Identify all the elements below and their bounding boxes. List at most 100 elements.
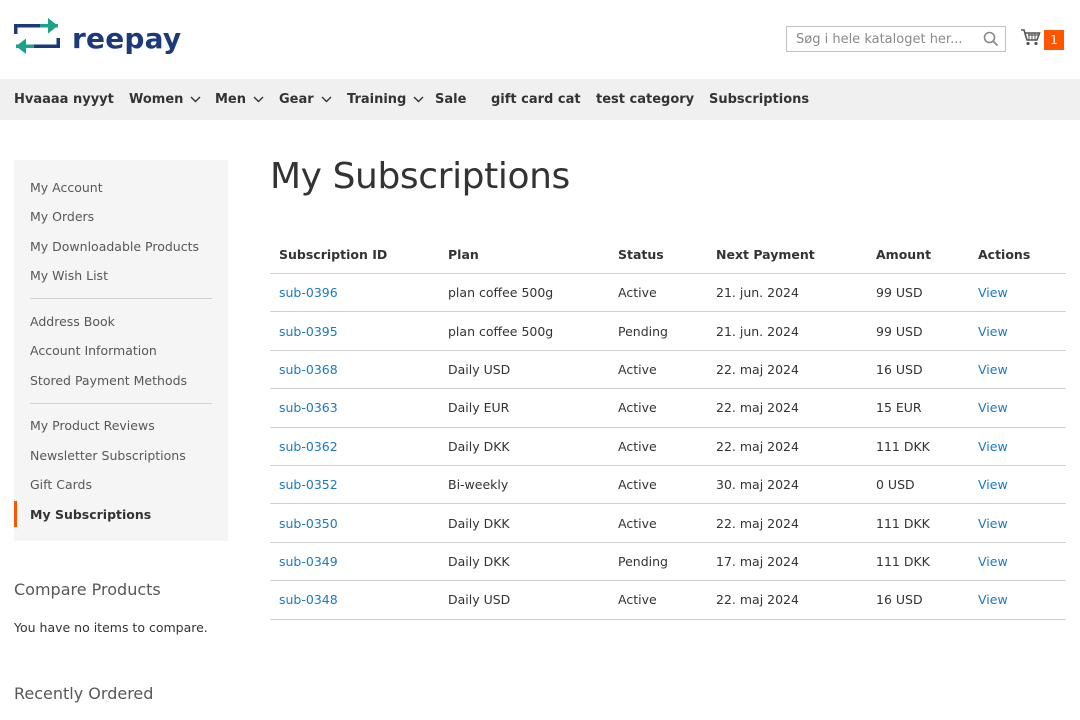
amount-cell: 111 DKK bbox=[867, 542, 969, 582]
compare-products-title: Compare Products bbox=[14, 580, 161, 599]
status-cell: Active bbox=[609, 465, 707, 505]
minicart[interactable]: 1 bbox=[1021, 28, 1064, 51]
view-link[interactable]: View bbox=[978, 285, 1008, 300]
plan-cell: Daily DKK bbox=[439, 542, 609, 582]
sidebar-item-gift-cards[interactable]: Gift Cards bbox=[30, 477, 92, 492]
table-row: sub-0352 Bi-weekly Active 30. maj 2024 0… bbox=[270, 465, 1066, 505]
account-sidebar: My Account My Orders My Downloadable Pro… bbox=[14, 160, 228, 541]
nav-item-hvaaaa-nyyyt[interactable]: Hvaaaa nyyyt bbox=[14, 79, 114, 120]
table-row: sub-0349 Daily DKK Pending 17. maj 2024 … bbox=[270, 542, 1066, 582]
subscription-id-link[interactable]: sub-0396 bbox=[279, 285, 338, 300]
nav-item-label: Gear bbox=[279, 92, 314, 107]
amount-cell: 0 USD bbox=[867, 465, 969, 505]
cart-count-badge: 1 bbox=[1044, 29, 1064, 50]
chevron-down-icon bbox=[321, 79, 332, 120]
sidebar-item-wish-list[interactable]: My Wish List bbox=[30, 268, 108, 283]
view-link[interactable]: View bbox=[978, 516, 1008, 531]
nav-item-label: test category bbox=[596, 92, 695, 107]
view-link[interactable]: View bbox=[978, 439, 1008, 454]
subscription-id-link[interactable]: sub-0349 bbox=[279, 554, 338, 569]
subscription-id-link[interactable]: sub-0363 bbox=[279, 400, 338, 415]
subscription-id-link[interactable]: sub-0395 bbox=[279, 324, 338, 339]
sidebar-item-address-book[interactable]: Address Book bbox=[30, 314, 115, 329]
plan-cell: Daily DKK bbox=[439, 427, 609, 466]
plan-cell: plan coffee 500g bbox=[439, 311, 609, 351]
sidebar-item-my-subscriptions[interactable]: My Subscriptions bbox=[30, 507, 151, 522]
nav-item-subscriptions[interactable]: Subscriptions bbox=[709, 79, 809, 120]
amount-cell: 16 USD bbox=[867, 580, 969, 620]
table-row: sub-0362 Daily DKK Active 22. maj 2024 1… bbox=[270, 427, 1066, 466]
subscription-id-link[interactable]: sub-0352 bbox=[279, 477, 338, 492]
next-payment-cell: 21. jun. 2024 bbox=[707, 311, 867, 351]
next-payment-cell: 22. maj 2024 bbox=[707, 350, 867, 390]
table-row: sub-0350 Daily DKK Active 22. maj 2024 1… bbox=[270, 503, 1066, 543]
sidebar-item-account-information[interactable]: Account Information bbox=[30, 343, 157, 358]
nav-item-sale[interactable]: Sale bbox=[435, 79, 466, 120]
status-cell: Active bbox=[609, 427, 707, 466]
nav-item-training[interactable]: Training bbox=[347, 79, 424, 120]
view-link[interactable]: View bbox=[978, 477, 1008, 492]
subscription-id-link[interactable]: sub-0348 bbox=[279, 592, 338, 607]
nav-item-label: Men bbox=[215, 92, 247, 107]
amount-cell: 111 DKK bbox=[867, 503, 969, 543]
view-link[interactable]: View bbox=[978, 362, 1008, 377]
subscription-id-link[interactable]: sub-0368 bbox=[279, 362, 338, 377]
sidebar-item-my-orders[interactable]: My Orders bbox=[30, 209, 94, 224]
status-cell: Active bbox=[609, 580, 707, 620]
nav-item-women[interactable]: Women bbox=[129, 79, 201, 120]
column-header-subscription-id: Subscription ID bbox=[270, 235, 439, 274]
sidebar-item-my-account[interactable]: My Account bbox=[30, 180, 103, 195]
plan-cell: Daily USD bbox=[439, 580, 609, 620]
next-payment-cell: 21. jun. 2024 bbox=[707, 273, 867, 313]
sidebar-item-stored-payment-methods[interactable]: Stored Payment Methods bbox=[30, 373, 187, 388]
chevron-down-icon bbox=[413, 79, 424, 120]
column-header-status: Status bbox=[609, 235, 707, 274]
nav-item-label: gift card cat bbox=[491, 92, 581, 107]
table-row: sub-0396 plan coffee 500g Active 21. jun… bbox=[270, 273, 1066, 313]
table-header-row: Subscription ID Plan Status Next Payment… bbox=[270, 235, 1066, 274]
sidebar-item-product-reviews[interactable]: My Product Reviews bbox=[30, 418, 155, 433]
sidebar-item-downloadable-products[interactable]: My Downloadable Products bbox=[30, 239, 199, 254]
plan-cell: Daily USD bbox=[439, 350, 609, 390]
column-header-next-payment: Next Payment bbox=[707, 235, 867, 274]
plan-cell: Daily EUR bbox=[439, 388, 609, 428]
logo-icon bbox=[14, 18, 60, 59]
table-row: sub-0368 Daily USD Active 22. maj 2024 1… bbox=[270, 350, 1066, 390]
nav-item-label: Sale bbox=[435, 92, 467, 107]
amount-cell: 16 USD bbox=[867, 350, 969, 390]
column-header-amount: Amount bbox=[867, 235, 969, 274]
nav-item-men[interactable]: Men bbox=[215, 79, 264, 120]
view-link[interactable]: View bbox=[978, 554, 1008, 569]
view-link[interactable]: View bbox=[978, 592, 1008, 607]
subscription-id-link[interactable]: sub-0350 bbox=[279, 516, 338, 531]
view-link[interactable]: View bbox=[978, 400, 1008, 415]
view-link[interactable]: View bbox=[978, 324, 1008, 339]
next-payment-cell: 22. maj 2024 bbox=[707, 580, 867, 620]
amount-cell: 111 DKK bbox=[867, 427, 969, 466]
next-payment-cell: 30. maj 2024 bbox=[707, 465, 867, 505]
subscription-id-link[interactable]: sub-0362 bbox=[279, 439, 338, 454]
status-cell: Active bbox=[609, 273, 707, 313]
amount-cell: 99 USD bbox=[867, 273, 969, 313]
amount-cell: 99 USD bbox=[867, 311, 969, 351]
active-indicator bbox=[14, 501, 17, 527]
plan-cell: Bi-weekly bbox=[439, 465, 609, 505]
sidebar-divider bbox=[30, 403, 212, 404]
logo-text: reepay bbox=[72, 22, 182, 55]
amount-cell: 15 EUR bbox=[867, 388, 969, 428]
search-input[interactable] bbox=[787, 27, 976, 51]
nav-item-gear[interactable]: Gear bbox=[279, 79, 332, 120]
logo[interactable]: reepay bbox=[14, 18, 181, 59]
column-header-actions: Actions bbox=[969, 235, 1066, 274]
nav-item-gift-card-cat[interactable]: gift card cat bbox=[491, 79, 581, 120]
nav-item-test-category[interactable]: test category bbox=[596, 79, 694, 120]
nav-item-label: Training bbox=[347, 92, 407, 107]
chevron-down-icon bbox=[253, 79, 264, 120]
status-cell: Pending bbox=[609, 542, 707, 582]
status-cell: Pending bbox=[609, 311, 707, 351]
table-row: sub-0363 Daily EUR Active 22. maj 2024 1… bbox=[270, 388, 1066, 428]
sidebar-item-newsletter-subscriptions[interactable]: Newsletter Subscriptions bbox=[30, 448, 186, 463]
search-icon[interactable] bbox=[983, 31, 999, 52]
plan-cell: plan coffee 500g bbox=[439, 273, 609, 313]
page-header: reepay 1 bbox=[0, 0, 1080, 79]
